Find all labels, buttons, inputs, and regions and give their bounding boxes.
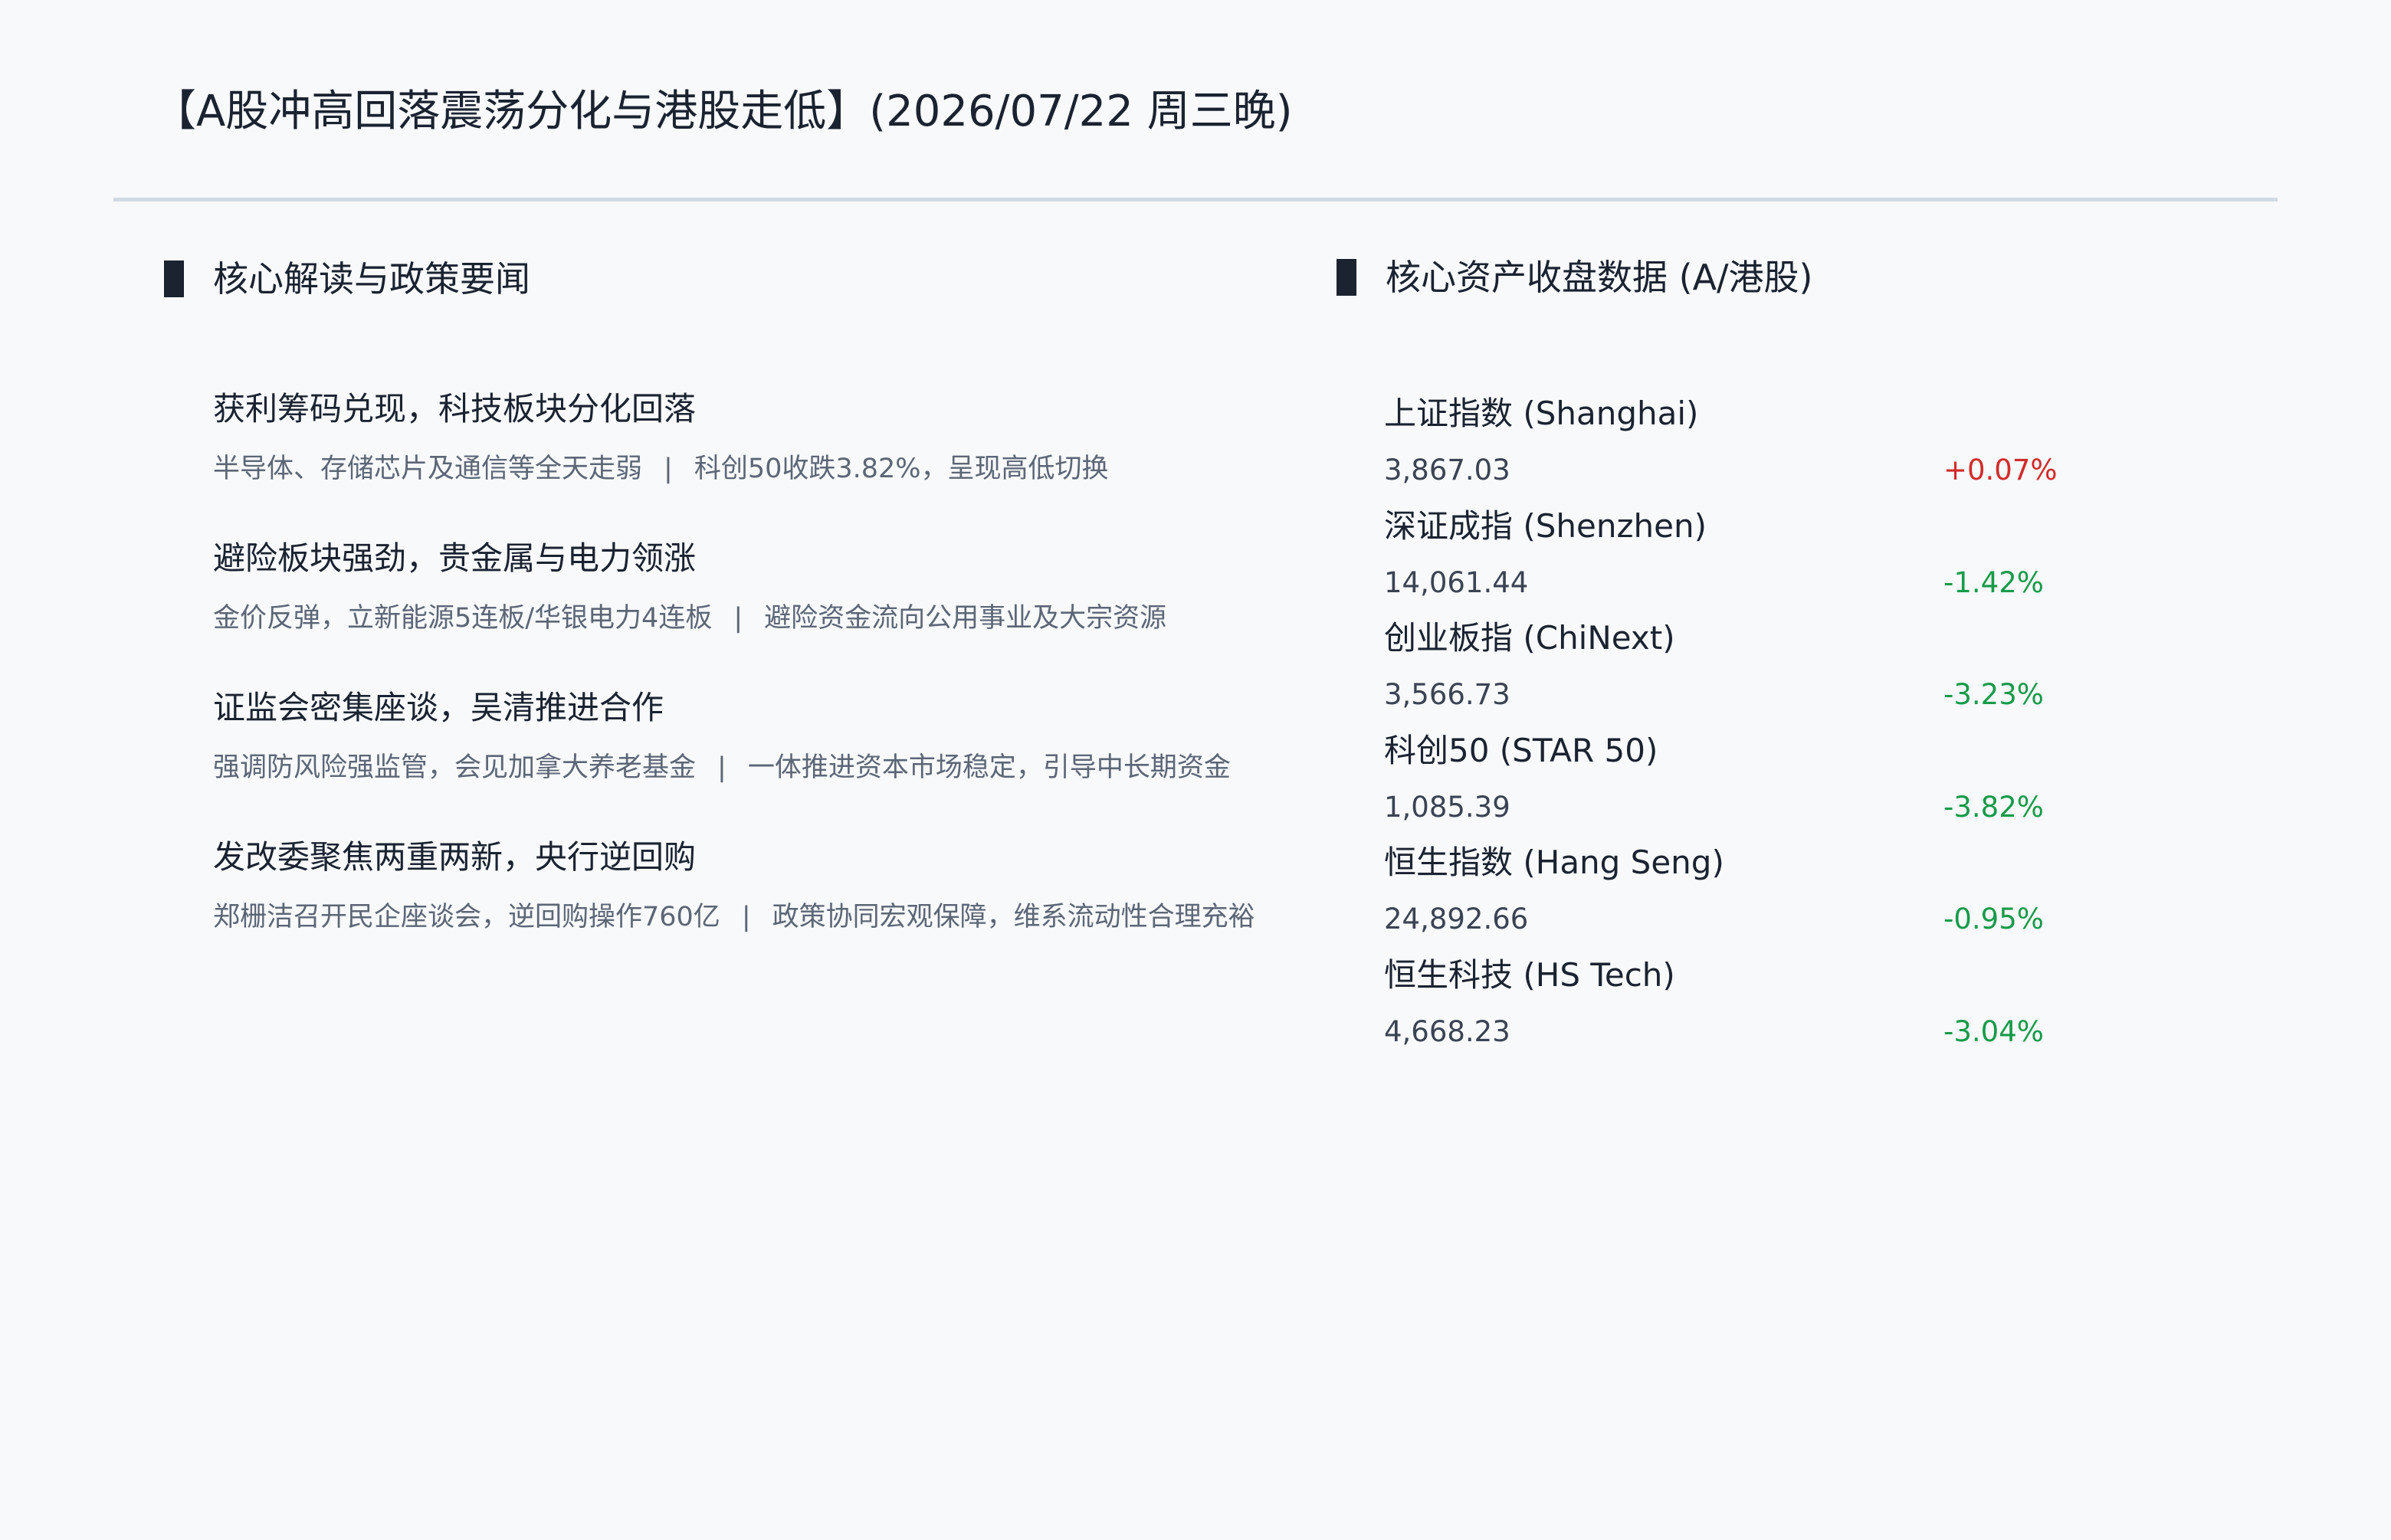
news-detail: 半导体、存储芯片及通信等全天走弱 | 科创50收跌3.82%，呈现高低切换 (213, 449, 1378, 489)
title-divider (113, 198, 2278, 202)
index-change-value: -1.42% (1943, 565, 2044, 599)
index-list: 上证指数 (Shanghai) 3,867.03 +0.07% 深证成指 (Sh… (1384, 391, 2074, 1065)
heading-bar (164, 260, 184, 297)
news-headline: 证监会密集座谈，吴清推进合作 (213, 689, 664, 726)
index-row: 科创50 (STAR 50) 1,085.39 -3.82% (1384, 728, 2074, 840)
market-data-section-title: 核心资产收盘数据 (A/港股) (1386, 257, 1813, 298)
news-item: 发改委聚焦两重两新，央行逆回购 郑栅洁召开民企座谈会，逆回购操作760亿 | 政策协… (213, 834, 1378, 984)
index-name: 恒生指数 (Hang Seng) (1384, 844, 1724, 882)
index-change-value: -3.23% (1943, 678, 2044, 712)
detail-separator: | (741, 902, 751, 932)
index-name: 恒生科技 (HS Tech) (1384, 955, 1675, 994)
index-close-value: 3,867.03 (1384, 454, 1510, 487)
heading-bar (1337, 259, 1356, 296)
news-headline: 避险板块强劲，贵金属与电力领涨 (213, 539, 697, 577)
index-name: 深证成指 (Shenzhen) (1384, 506, 1707, 545)
detail-separator: | (717, 752, 726, 783)
news-detail-part: 郑栅洁召开民企座谈会，逆回购操作760亿 (213, 902, 720, 932)
news-detail-part: 政策协同宏观保障，维系流动性合理充裕 (772, 902, 1255, 932)
news-detail-part: 金价反弹，立新能源5连板/华银电力4连板 (213, 603, 713, 634)
news-item: 避险板块强劲，贵金属与电力领涨 金价反弹，立新能源5连板/华银电力4连板 | 避险资… (213, 536, 1378, 685)
index-values: 3,867.03 +0.07% (1384, 449, 2074, 492)
news-detail-part: 强调防风险强监管，会见加拿大养老基金 (213, 752, 697, 783)
news-detail: 强调防风险强监管，会见加拿大养老基金 | 一体推进资本市场稳定，引导中长期资金 (213, 748, 1378, 788)
index-close-value: 1,085.39 (1384, 790, 1510, 824)
index-change-value: -0.95% (1943, 903, 2044, 936)
index-values: 1,085.39 -3.82% (1384, 786, 2074, 829)
news-headline: 获利筹码兑现，科技板块分化回落 (213, 390, 697, 428)
index-name: 创业板指 (ChiNext) (1384, 619, 1675, 657)
news-item: 证监会密集座谈，吴清推进合作 强调防风险强监管，会见加拿大养老基金 | 一体推进资本… (213, 685, 1378, 834)
news-section-title: 核心解读与政策要闻 (213, 258, 530, 300)
news-list: 获利筹码兑现，科技板块分化回落 半导体、存储芯片及通信等全天走弱 | 科创50收跌3… (213, 386, 1378, 984)
detail-separator: | (733, 603, 743, 634)
news-detail-part: 避险资金流向公用事业及大宗资源 (764, 603, 1167, 634)
index-name: 科创50 (STAR 50) (1384, 731, 1658, 769)
index-row: 创业板指 (ChiNext) 3,566.73 -3.23% (1384, 615, 2074, 728)
index-row: 深证成指 (Shenzhen) 14,061.44 -1.42% (1384, 503, 2074, 616)
news-detail-part: 一体推进资本市场稳定，引导中长期资金 (747, 752, 1231, 783)
news-detail-part: 半导体、存储芯片及通信等全天走弱 (213, 454, 643, 484)
index-row: 上证指数 (Shanghai) 3,867.03 +0.07% (1384, 391, 2074, 503)
news-detail: 郑栅洁召开民企座谈会，逆回购操作760亿 | 政策协同宏观保障，维系流动性合理充裕 (213, 897, 1378, 937)
news-headline: 发改委聚焦两重两新，央行逆回购 (213, 838, 697, 876)
index-close-value: 24,892.66 (1384, 903, 1529, 936)
index-close-value: 14,061.44 (1384, 565, 1529, 599)
index-row: 恒生指数 (Hang Seng) 24,892.66 -0.95% (1384, 840, 2074, 952)
index-row: 恒生科技 (HS Tech) 4,668.23 -3.04% (1384, 952, 2074, 1065)
index-name: 上证指数 (Shanghai) (1384, 395, 1699, 432)
index-close-value: 4,668.23 (1384, 1014, 1510, 1048)
index-values: 4,668.23 -3.04% (1384, 1011, 2074, 1053)
index-close-value: 3,566.73 (1384, 678, 1510, 712)
index-change-value: -3.04% (1943, 1014, 2044, 1048)
market-data-section-heading: 核心资产收盘数据 (A/港股) (1337, 253, 1812, 302)
news-item: 获利筹码兑现，科技板块分化回落 半导体、存储芯片及通信等全天走弱 | 科创50收跌3… (213, 386, 1378, 536)
news-detail: 金价反弹，立新能源5连板/华银电力4连板 | 避险资金流向公用事业及大宗资源 (213, 598, 1378, 638)
detail-separator: | (664, 454, 673, 484)
index-values: 14,061.44 -1.42% (1384, 562, 2074, 605)
index-change-value: -3.82% (1943, 790, 2044, 824)
news-detail-part: 科创50收跌3.82%，呈现高低切换 (694, 454, 1109, 484)
index-values: 3,566.73 -3.23% (1384, 673, 2074, 716)
index-change-value: +0.07% (1943, 454, 2058, 487)
page-title: 【A股冲高回落震荡分化与港股走低】(2026/07/22 周三晚) (153, 87, 1293, 136)
news-section-heading: 核心解读与政策要闻 (164, 254, 530, 303)
index-values: 24,892.66 -0.95% (1384, 898, 2074, 941)
